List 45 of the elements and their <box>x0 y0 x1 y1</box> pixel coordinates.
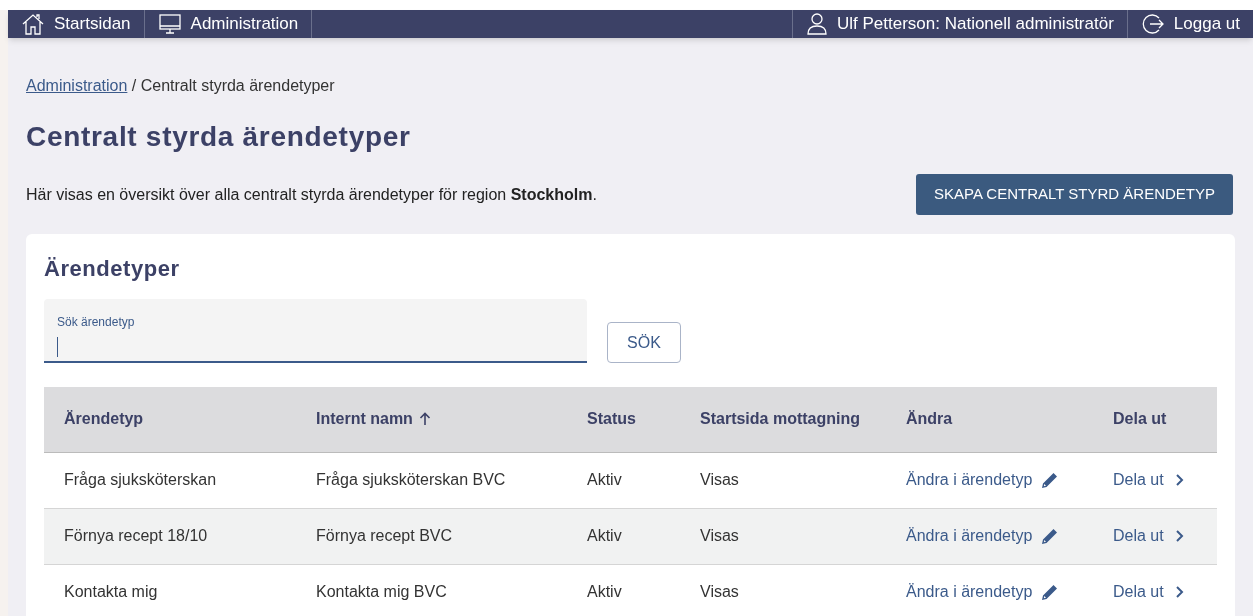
table-cell: Aktiv <box>587 527 622 544</box>
nav-link[interactable]: Startsidan <box>8 10 144 38</box>
nav-link[interactable]: Administration <box>144 10 312 38</box>
table-cell: Kontakta mig <box>64 583 158 600</box>
column-header[interactable]: Internt namn <box>316 407 413 432</box>
chevron-right-icon <box>1173 529 1184 543</box>
column-header[interactable]: Ändra <box>906 407 953 432</box>
share-link[interactable]: Dela ut <box>1113 524 1184 548</box>
edit-link[interactable]: Ändra i ärendetyp <box>906 468 1061 492</box>
page-title: Centralt styrda ärendetyper <box>26 120 412 154</box>
column-header[interactable]: Startsida mottagning <box>700 407 860 432</box>
search-field[interactable]: Sök ärendetyp <box>44 299 587 363</box>
table-cell: Aktiv <box>587 471 622 488</box>
breadcrumb-current: / Centralt styrda ärendetyper <box>131 77 335 94</box>
card-title: Ärendetyper <box>44 255 181 283</box>
logout-icon <box>1140 12 1165 36</box>
chevron-right-icon <box>1173 585 1184 599</box>
user-icon <box>805 12 828 36</box>
monitor-icon <box>157 12 182 36</box>
table-cell: Aktiv <box>587 583 622 600</box>
table-cell: Förnya recept 18/10 <box>64 527 208 544</box>
chevron-right-icon <box>1173 473 1184 487</box>
nav-link[interactable]: Logga ut <box>1127 10 1253 38</box>
field-label: Sök ärendetyp <box>57 314 136 331</box>
edit-link[interactable]: Ändra i ärendetyp <box>906 524 1061 548</box>
home-icon <box>21 12 45 36</box>
edit-link[interactable]: Ändra i ärendetyp <box>906 580 1061 604</box>
breadcrumb-link[interactable]: Administration <box>26 77 128 94</box>
search-button[interactable]: SÖK <box>607 322 681 363</box>
description: Här visas en översikt över alla centralt styrda ärendetyper för region Stockholm. <box>26 184 597 205</box>
table-cell: Fråga sjuksköterskan BVC <box>316 471 506 488</box>
share-link[interactable]: Dela ut <box>1113 580 1184 604</box>
share-link[interactable]: Dela ut <box>1113 468 1184 492</box>
table-cell: Visas <box>700 583 739 600</box>
table-cell: Kontakta mig BVC <box>316 583 447 600</box>
text-cursor <box>57 337 58 357</box>
table-cell: Förnya recept BVC <box>316 527 453 544</box>
nav-link[interactable]: Ulf Petterson: Nationell administratör <box>792 10 1127 38</box>
column-header[interactable]: Status <box>587 407 636 432</box>
table-cell: Visas <box>700 527 739 544</box>
column-header[interactable]: Ärendetyp <box>64 407 144 432</box>
table-cell: Visas <box>700 471 739 488</box>
create-button[interactable]: SKAPA CENTRALT STYRD ÄRENDETYP <box>916 174 1233 215</box>
table-cell: Fråga sjuksköterskan <box>64 471 217 488</box>
column-header[interactable]: Dela ut <box>1113 407 1167 432</box>
